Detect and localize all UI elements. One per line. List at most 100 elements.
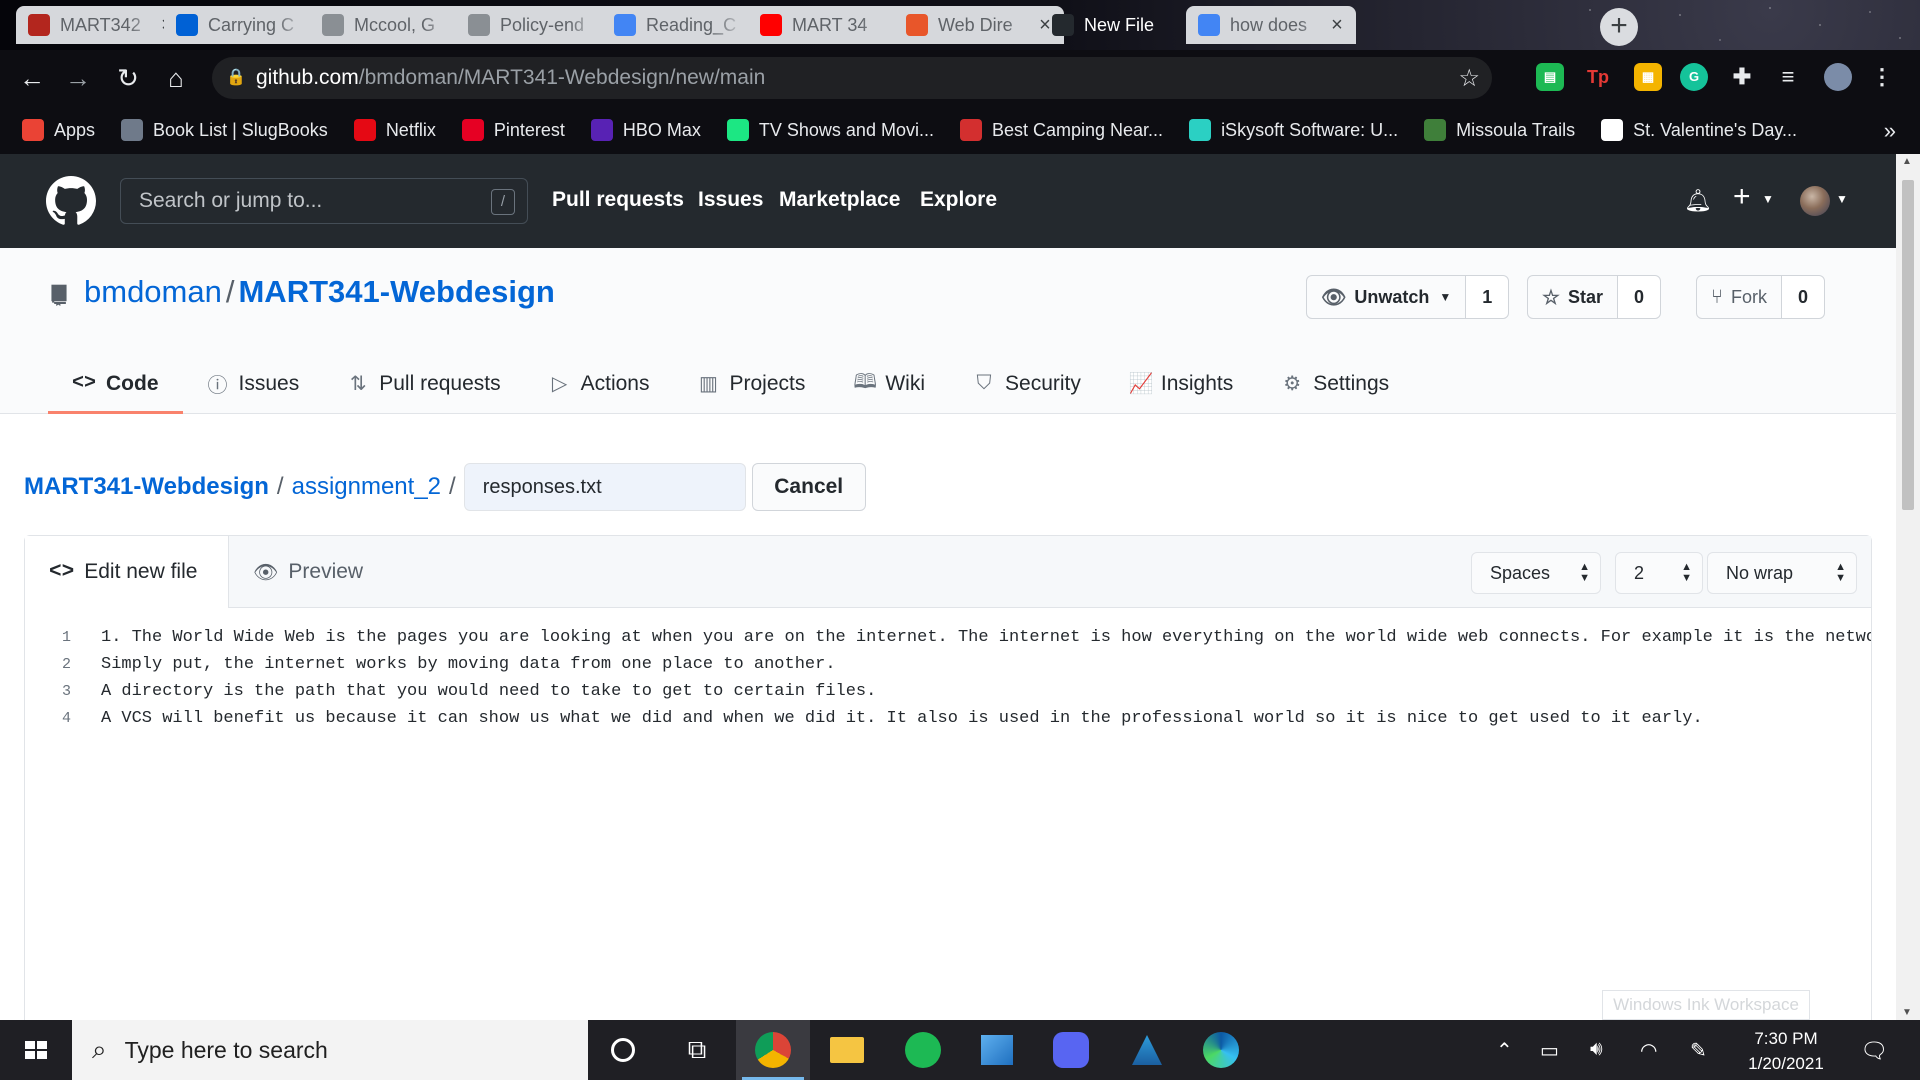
bookmarks-overflow-icon[interactable]: »: [1884, 118, 1896, 144]
create-new-plus-icon[interactable]: +: [1733, 180, 1751, 214]
browser-tab[interactable]: Web Dire ×: [894, 6, 1064, 44]
chrome-menu-icon[interactable]: ⋮: [1868, 63, 1896, 91]
address-bar[interactable]: 🔒 github.com/bmdoman/MART341-Webdesign/n…: [212, 57, 1492, 99]
bookmark-item[interactable]: TV Shows and Movi...: [726, 119, 934, 141]
line-text[interactable]: A VCS will benefit us because it can sho…: [85, 705, 1703, 732]
bookmark-item[interactable]: Missoula Trails: [1424, 119, 1575, 141]
code-area[interactable]: 1 1. The World Wide Web is the pages you …: [25, 624, 1871, 1044]
tab-preview[interactable]: 👁︎ Preview: [253, 536, 363, 608]
media-control-icon[interactable]: ≡: [1774, 63, 1802, 91]
cancel-button[interactable]: Cancel: [751, 463, 866, 511]
chrome-icon[interactable]: [736, 1020, 810, 1080]
tab-code[interactable]: <> Code: [48, 356, 183, 414]
watch-count[interactable]: 1: [1466, 276, 1509, 318]
tab-edit-new-file[interactable]: <> Edit new file: [25, 536, 229, 608]
tab-settings[interactable]: ⚙ Settings: [1257, 356, 1413, 414]
system-clock[interactable]: 7:30 PM 1/20/2021: [1726, 1026, 1846, 1076]
file-explorer-icon[interactable]: [810, 1020, 884, 1080]
repo-name-link[interactable]: MART341-Webdesign: [238, 274, 554, 309]
bookmark-star-icon[interactable]: ☆: [1458, 64, 1480, 93]
chevron-down-icon[interactable]: ▼: [1762, 192, 1774, 206]
bookmark-item[interactable]: St. Valentine's Day...: [1601, 119, 1797, 141]
watch-button[interactable]: 👁︎ Unwatch ▼ 1: [1306, 275, 1510, 319]
notifications-bell-icon[interactable]: 🔔︎: [1684, 188, 1712, 214]
bookmark-item[interactable]: HBO Max: [590, 119, 701, 141]
cortana-icon[interactable]: [586, 1020, 660, 1080]
page-scrollbar[interactable]: ▲ ▼: [1896, 154, 1920, 1020]
discord-icon[interactable]: [1034, 1020, 1108, 1080]
star-button[interactable]: ☆ Star 0: [1527, 275, 1661, 319]
repo-owner-link[interactable]: bmdoman: [84, 274, 222, 309]
edge-icon[interactable]: [1184, 1020, 1258, 1080]
fork-count[interactable]: 0: [1782, 276, 1824, 318]
scroll-up-arrow-icon[interactable]: ▲: [1902, 156, 1912, 167]
star-count[interactable]: 0: [1617, 276, 1660, 318]
tab-issues[interactable]: ⓘ Issues: [183, 356, 324, 414]
tab-projects[interactable]: ▥ Projects: [674, 356, 830, 414]
line-text[interactable]: 1. The World Wide Web is the pages you a…: [85, 624, 1871, 651]
indent-mode-select[interactable]: Spaces ▲ ▼: [1471, 552, 1601, 594]
tab-security[interactable]: ⛉ Security: [949, 356, 1105, 414]
browser-tab[interactable]: Policy-end×: [456, 6, 626, 44]
home-icon[interactable]: ⌂: [160, 62, 192, 94]
scrollbar-thumb[interactable]: [1902, 180, 1914, 510]
wifi-icon[interactable]: ◠: [1640, 1038, 1657, 1063]
nav-explore[interactable]: Explore: [920, 188, 997, 212]
star-label[interactable]: ☆ Star: [1528, 276, 1618, 318]
filename-input[interactable]: [463, 463, 746, 511]
extension-sheets-icon[interactable]: ▤: [1536, 63, 1564, 91]
taskbar-search-box[interactable]: ⌕ Type here to search: [72, 1020, 588, 1080]
line-text[interactable]: A directory is the path that you would n…: [85, 678, 876, 705]
watch-label[interactable]: 👁︎ Unwatch ▼: [1307, 276, 1467, 318]
back-icon[interactable]: ←: [16, 62, 48, 94]
bookmark-item[interactable]: Apps: [22, 119, 95, 141]
extension-calendar-icon[interactable]: ▦: [1634, 63, 1662, 91]
volume-icon[interactable]: 🔊︎: [1590, 1038, 1603, 1061]
notifications-icon[interactable]: 🗨︎: [1860, 1038, 1888, 1064]
browser-tab[interactable]: how does ×: [1186, 6, 1356, 44]
tab-insights[interactable]: 📈 Insights: [1105, 356, 1257, 414]
fork-label[interactable]: ⑂ Fork: [1697, 276, 1782, 318]
nav-marketplace[interactable]: Marketplace: [779, 188, 900, 212]
browser-tab[interactable]: MART342×: [16, 6, 186, 44]
nav-pull-requests[interactable]: Pull requests: [552, 188, 684, 212]
browser-tab[interactable]: Mccool, G×: [310, 6, 480, 44]
pen-ink-icon[interactable]: ✎: [1690, 1038, 1707, 1063]
browser-tab[interactable]: Carrying C×: [164, 6, 334, 44]
lock-icon[interactable]: 🔒: [226, 67, 246, 89]
browser-tab[interactable]: Reading_C×: [602, 6, 772, 44]
spotify-icon[interactable]: [886, 1020, 960, 1080]
tab-actions[interactable]: ▷ Actions: [525, 356, 674, 414]
wrap-mode-select[interactable]: No wrap ▲ ▼: [1707, 552, 1857, 594]
user-avatar[interactable]: [1800, 186, 1830, 216]
new-tab-button[interactable]: +: [1600, 8, 1638, 46]
fork-button[interactable]: ⑂ Fork 0: [1696, 275, 1825, 319]
forward-icon[interactable]: →: [62, 62, 94, 94]
breadcrumb-folder-link[interactable]: assignment_2: [292, 473, 441, 501]
scroll-down-arrow-icon[interactable]: ▼: [1902, 1007, 1912, 1018]
tab-pull-requests[interactable]: ⇅ Pull requests: [323, 356, 524, 414]
battery-icon[interactable]: ▭: [1540, 1038, 1559, 1063]
windows-start-icon[interactable]: [0, 1020, 72, 1080]
profile-avatar[interactable]: [1824, 63, 1852, 91]
nav-issues[interactable]: Issues: [698, 188, 763, 212]
bookmark-item[interactable]: Book List | SlugBooks: [121, 119, 328, 141]
bookmark-item[interactable]: Netflix: [353, 119, 436, 141]
chevron-up-icon[interactable]: ⌃: [1496, 1038, 1513, 1063]
task-view-icon[interactable]: ⧉: [660, 1020, 734, 1080]
line-text[interactable]: Simply put, the internet works by moving…: [85, 651, 836, 678]
tab-wiki[interactable]: 🕮 Wiki: [829, 356, 949, 414]
bookmark-item[interactable]: iSkysoft Software: U...: [1189, 119, 1398, 141]
github-logo-icon[interactable]: [46, 176, 96, 226]
bookmark-item[interactable]: Pinterest: [461, 119, 565, 141]
photos-icon[interactable]: [960, 1020, 1034, 1080]
indent-size-select[interactable]: 2 ▲ ▼: [1615, 552, 1703, 594]
browser-tab[interactable]: New File×: [1040, 6, 1210, 44]
reload-icon[interactable]: ↻: [112, 62, 144, 94]
extension-grammarly-icon[interactable]: G: [1680, 63, 1708, 91]
github-search-input[interactable]: Search or jump to... /: [120, 178, 528, 224]
extension-tp-icon[interactable]: Tp: [1584, 63, 1612, 91]
snip-icon[interactable]: [1110, 1020, 1184, 1080]
browser-tab[interactable]: MART 34×: [748, 6, 918, 44]
extensions-puzzle-icon[interactable]: ✚: [1728, 63, 1756, 91]
